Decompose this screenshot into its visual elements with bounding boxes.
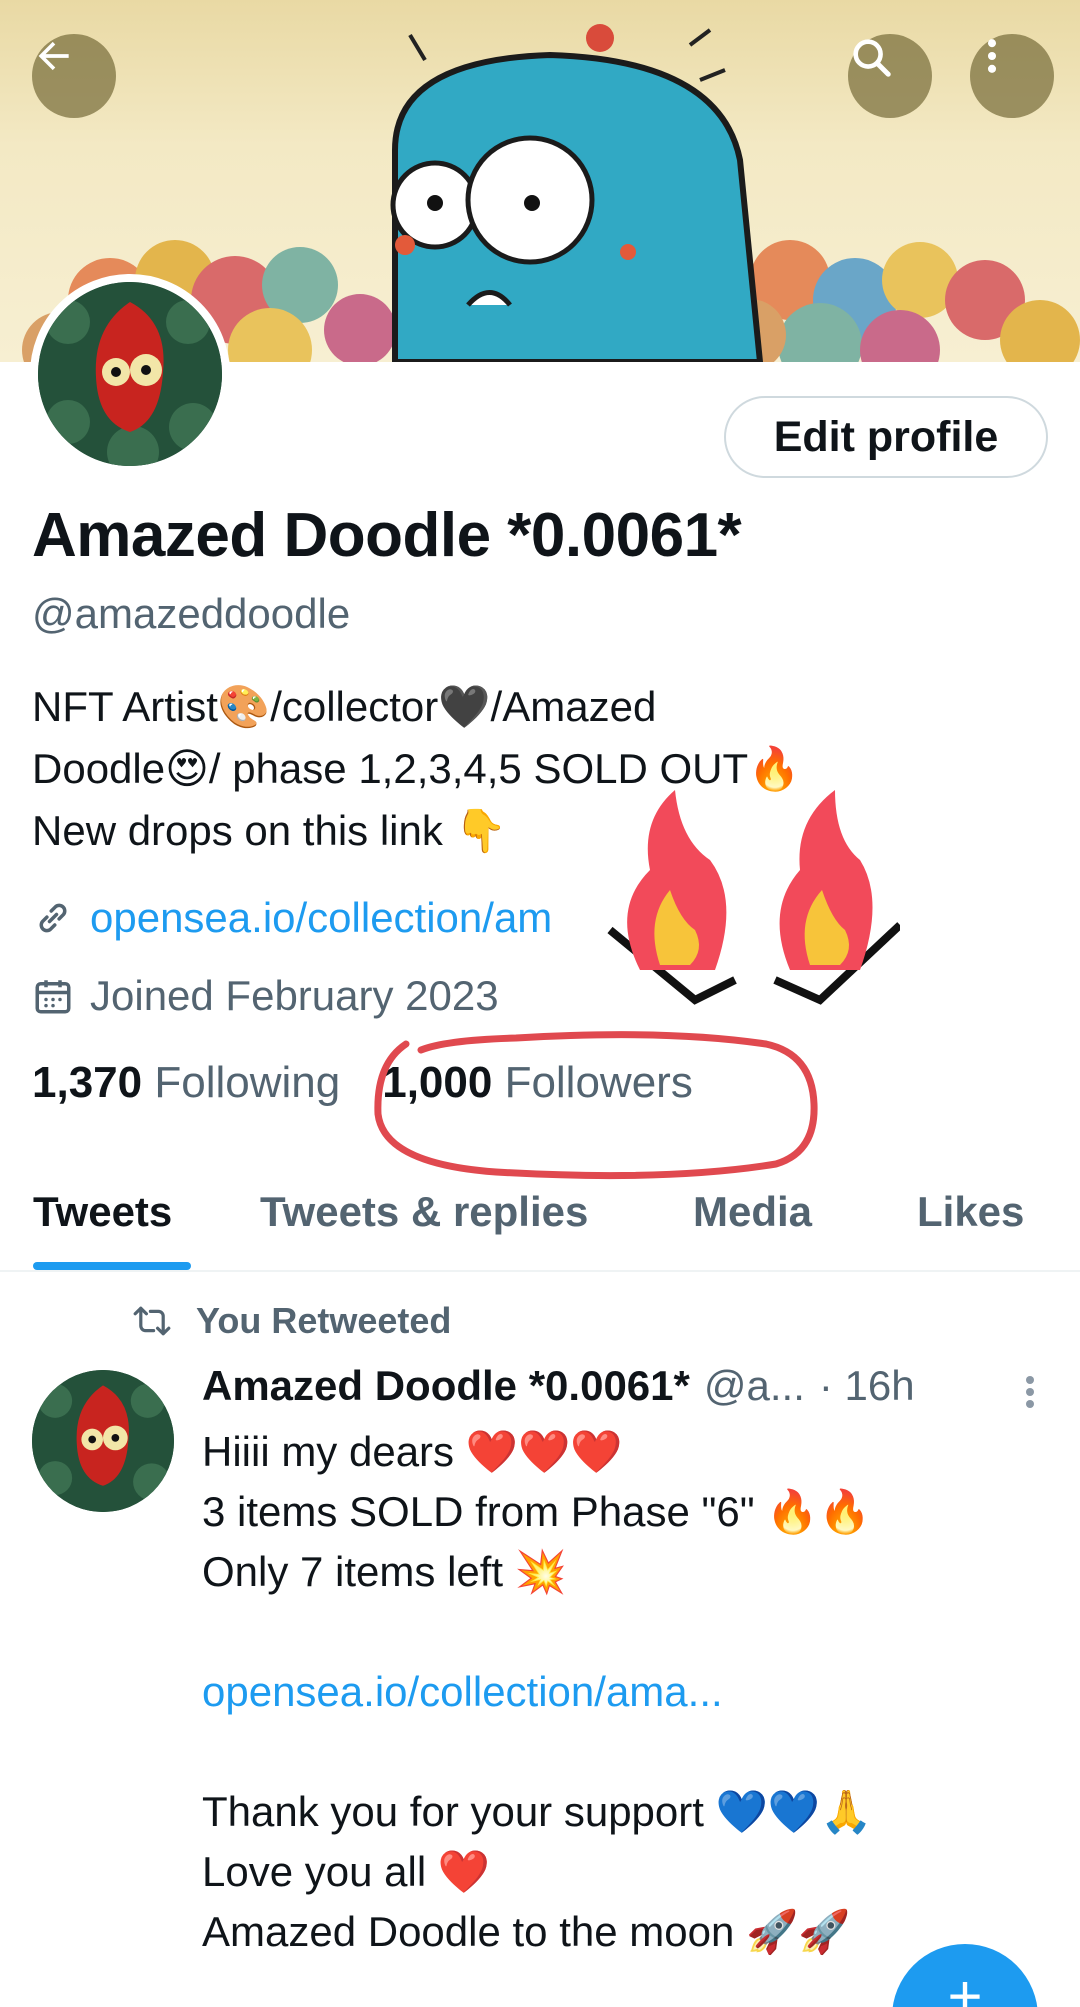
tab-tweets[interactable]: Tweets — [33, 1188, 172, 1236]
tweet-line: Only 7 items left 💥 — [202, 1548, 568, 1595]
tweet-author-handle[interactable]: @a... — [704, 1362, 805, 1410]
banner-character — [390, 24, 764, 362]
avatar-image — [32, 1370, 174, 1512]
tweet-line: Love you all ❤️ — [202, 1848, 491, 1895]
website-link-text[interactable]: opensea.io/collection/am — [90, 894, 552, 942]
calendar-icon — [32, 975, 74, 1017]
profile-handle: @amazeddoodle — [32, 590, 351, 637]
following-count: 1,370 — [32, 1058, 143, 1107]
fire-sticker — [607, 790, 900, 1005]
tweet-line: Thank you for your support 💙💙🙏 — [202, 1788, 873, 1835]
tweet-more-button[interactable] — [1010, 1372, 1050, 1412]
more-vertical-icon — [987, 39, 997, 73]
retweet-label: You Retweeted — [196, 1300, 452, 1341]
retweet-context: You Retweeted — [132, 1300, 451, 1342]
search-icon — [853, 39, 891, 77]
bio-line: NFT Artist🎨/collector🖤/Amazed — [32, 683, 657, 730]
tweet-link[interactable]: opensea.io/collection/ama... — [202, 1662, 1062, 1722]
avatar-image — [38, 282, 222, 466]
tweet-line: Hiiii my dears ❤️❤️❤️ — [202, 1428, 623, 1475]
joined-text: Joined February 2023 — [90, 972, 499, 1019]
arrow-left-icon — [38, 41, 69, 71]
tweet-author-name[interactable]: Amazed Doodle *0.0061* — [202, 1362, 690, 1410]
tweet-line — [202, 1602, 1062, 1662]
profile-avatar[interactable] — [30, 274, 230, 474]
edit-profile-button[interactable]: Edit profile — [724, 396, 1048, 478]
tweet-header: Amazed Doodle *0.0061* @a... · 16h — [202, 1362, 915, 1410]
more-options-button[interactable] — [970, 34, 1054, 118]
tweet-timestamp[interactable]: · 16h — [819, 1362, 915, 1410]
tweet-line — [202, 1722, 1062, 1782]
tab-likes[interactable]: Likes — [917, 1188, 1024, 1236]
profile-joined-date: Joined February 2023 — [32, 972, 499, 1020]
search-button[interactable] — [848, 34, 932, 118]
active-tab-indicator — [33, 1262, 191, 1270]
profile-website-link[interactable]: opensea.io/collection/am — [32, 894, 552, 942]
tab-media[interactable]: Media — [693, 1188, 812, 1236]
profile-display-name: Amazed Doodle *0.0061* — [32, 501, 742, 570]
tab-tweets-replies[interactable]: Tweets & replies — [260, 1188, 588, 1236]
more-vertical-icon — [1026, 1376, 1034, 1408]
tweet-text: Hiiii my dears ❤️❤️❤️ 3 items SOLD from … — [202, 1422, 1062, 1962]
following-link[interactable]: 1,370 Following — [32, 1058, 340, 1108]
retweet-icon — [133, 1306, 171, 1336]
tweet-line: 3 items SOLD from Phase "6" 🔥🔥 — [202, 1488, 871, 1535]
tweet-author-avatar[interactable] — [32, 1370, 174, 1512]
profile-tabs: Tweets Tweets & replies Media Likes — [0, 1180, 1080, 1272]
followers-circle-annotation — [374, 1031, 818, 1180]
link-icon — [32, 897, 74, 939]
back-button[interactable] — [32, 34, 116, 118]
following-label: Following — [154, 1058, 341, 1107]
